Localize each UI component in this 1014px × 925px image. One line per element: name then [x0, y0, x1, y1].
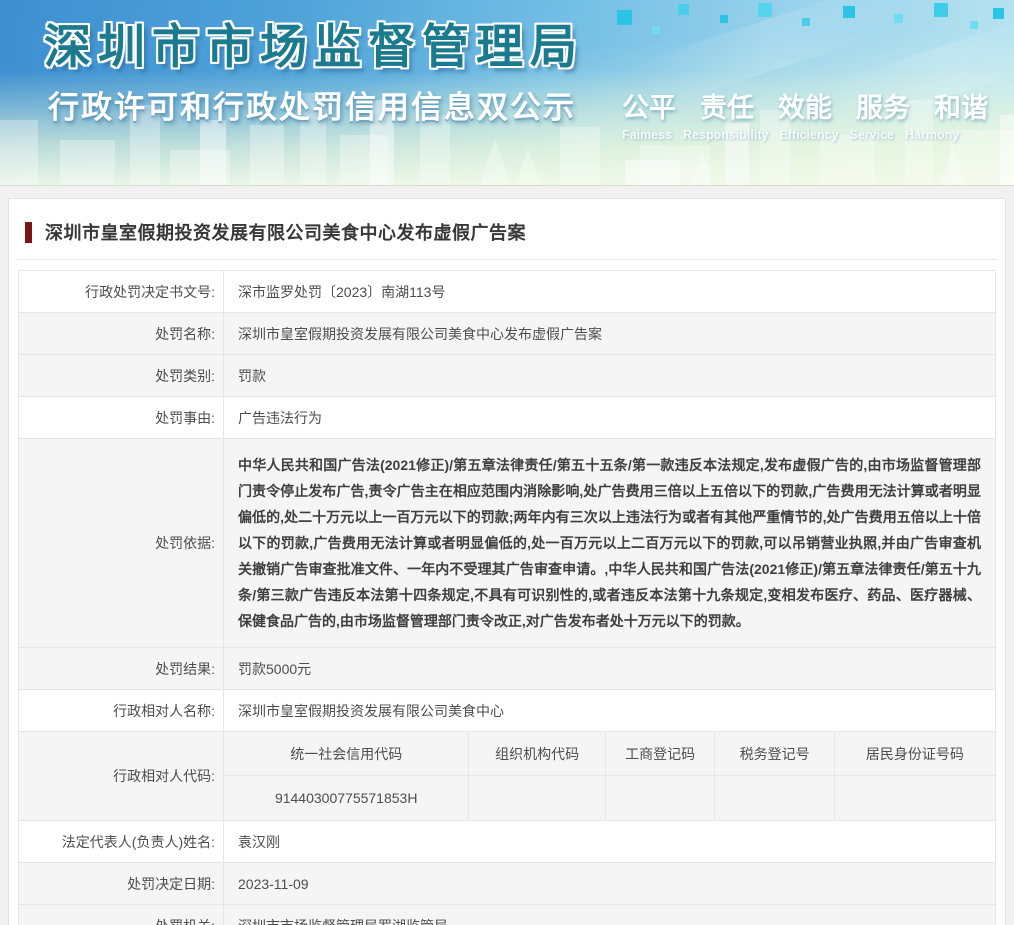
- row-label: 法定代表人(负责人)姓名:: [19, 821, 224, 862]
- table-row-penalty-category: 处罚类别: 罚款: [19, 355, 995, 397]
- slogan-word: 责任: [700, 86, 754, 125]
- row-value: 中华人民共和国广告法(2021修正)/第五章法律责任/第五十五条/第一款违反本法…: [224, 439, 995, 647]
- banner-subtitle: 行政许可和行政处罚信用信息双公示: [48, 82, 576, 127]
- row-value: 深市监罗处罚〔2023〕南湖113号: [224, 271, 995, 312]
- table-row-penalty-reason: 处罚事由: 广告违法行为: [19, 397, 995, 439]
- codes-value-cell: [468, 776, 604, 820]
- decor-pixel: [678, 4, 689, 15]
- title-accent-bar: [25, 222, 32, 243]
- codes-header-cell: 税务登记号: [714, 732, 834, 776]
- row-label: 行政相对人代码:: [19, 732, 224, 820]
- codes-subtable: 统一社会信用代码 组织机构代码 工商登记码 税务登记号 居民身份证号码 9144…: [224, 732, 995, 820]
- codes-header-cell: 统一社会信用代码: [224, 732, 468, 776]
- decor-pixel: [802, 18, 810, 26]
- slogan-word-en: Efficiency: [779, 128, 838, 142]
- decor-pixel: [652, 26, 660, 34]
- slogan-word-en: Service: [850, 128, 894, 142]
- agency-title: 深圳市市场监督管理局: [44, 8, 584, 77]
- case-title: 深圳市皇室假期投资发展有限公司美食中心发布虚假广告案: [45, 219, 526, 245]
- table-row-penalty-authority: 处罚机关: 深圳市市场监督管理局罗湖监管局: [19, 905, 995, 925]
- case-title-row: 深圳市皇室假期投资发展有限公司美食中心发布虚假广告案: [17, 199, 997, 260]
- table-row-penalty-name: 处罚名称: 深圳市皇室假期投资发展有限公司美食中心发布虚假广告案: [19, 313, 995, 355]
- codes-value-cell: [714, 776, 834, 820]
- row-value: 袁汉刚: [224, 821, 995, 862]
- table-row-penalty-result: 处罚结果: 罚款5000元: [19, 648, 995, 690]
- slogan-word: 效能: [778, 86, 832, 125]
- row-label: 处罚名称:: [19, 313, 224, 354]
- row-value: 罚款: [224, 355, 995, 396]
- table-row-party-codes: 行政相对人代码: 统一社会信用代码 组织机构代码 工商登记码 税务登记号 居民身…: [19, 732, 995, 821]
- slogan-word-en: Responsibility: [683, 128, 768, 142]
- slogan-block: 公平 责任 效能 服务 和谐 Faimess Responsibility Ef…: [622, 86, 992, 142]
- slogan-word-en: Faimess: [622, 128, 672, 142]
- row-label: 处罚决定日期:: [19, 863, 224, 904]
- table-row-decision-number: 行政处罚决定书文号: 深市监罗处罚〔2023〕南湖113号: [19, 271, 995, 313]
- decor-pixel: [720, 15, 728, 23]
- slogan-word: 和谐: [934, 86, 988, 125]
- row-label: 处罚依据:: [19, 439, 224, 647]
- row-value: 深圳市皇室假期投资发展有限公司美食中心: [224, 690, 995, 731]
- codes-header-cell: 居民身份证号码: [834, 732, 995, 776]
- row-value: 广告违法行为: [224, 397, 995, 438]
- codes-header-cell: 组织机构代码: [468, 732, 604, 776]
- table-row-legal-representative: 法定代表人(负责人)姓名: 袁汉刚: [19, 821, 995, 863]
- row-label: 行政相对人名称:: [19, 690, 224, 731]
- row-value: 2023-11-09: [224, 863, 995, 904]
- codes-header-cell: 工商登记码: [605, 732, 714, 776]
- decor-pixel: [934, 3, 948, 17]
- row-value: 深圳市皇室假期投资发展有限公司美食中心发布虚假广告案: [224, 313, 995, 354]
- content-panel: 深圳市皇室假期投资发展有限公司美食中心发布虚假广告案 行政处罚决定书文号: 深市…: [8, 198, 1006, 925]
- slogan-english: Faimess Responsibility Efficiency Servic…: [622, 128, 992, 142]
- decor-pixel: [894, 14, 903, 23]
- decor-pixel: [758, 3, 772, 17]
- row-label: 处罚机关:: [19, 905, 224, 925]
- penalty-info-table: 行政处罚决定书文号: 深市监罗处罚〔2023〕南湖113号 处罚名称: 深圳市皇…: [18, 270, 996, 925]
- row-value: 深圳市市场监督管理局罗湖监管局: [224, 905, 995, 925]
- row-value: 罚款5000元: [224, 648, 995, 689]
- row-label: 行政处罚决定书文号:: [19, 271, 224, 312]
- decor-pixel: [970, 21, 978, 29]
- table-row-party-name: 行政相对人名称: 深圳市皇室假期投资发展有限公司美食中心: [19, 690, 995, 732]
- codes-value-cell: 91440300775571853H: [224, 776, 468, 820]
- header-banner: 深圳市市场监督管理局 行政许可和行政处罚信用信息双公示 公平 责任 效能 服务 …: [0, 0, 1014, 186]
- table-row-penalty-basis: 处罚依据: 中华人民共和国广告法(2021修正)/第五章法律责任/第五十五条/第…: [19, 439, 995, 648]
- table-row-decision-date: 处罚决定日期: 2023-11-09: [19, 863, 995, 905]
- row-label: 处罚事由:: [19, 397, 224, 438]
- codes-value-cell: [605, 776, 714, 820]
- row-label: 处罚结果:: [19, 648, 224, 689]
- slogan-word-en: Harmony: [905, 128, 959, 142]
- row-label: 处罚类别:: [19, 355, 224, 396]
- decor-pixel: [843, 6, 855, 18]
- slogan-word: 公平: [622, 86, 676, 125]
- codes-header-row: 统一社会信用代码 组织机构代码 工商登记码 税务登记号 居民身份证号码: [224, 732, 995, 776]
- decor-pixel: [993, 8, 1004, 19]
- codes-value-cell: [834, 776, 995, 820]
- slogan-chinese: 公平 责任 效能 服务 和谐: [622, 86, 992, 125]
- slogan-word: 服务: [856, 86, 910, 125]
- decor-pixel: [617, 10, 632, 25]
- codes-value-row: 91440300775571853H: [224, 776, 995, 820]
